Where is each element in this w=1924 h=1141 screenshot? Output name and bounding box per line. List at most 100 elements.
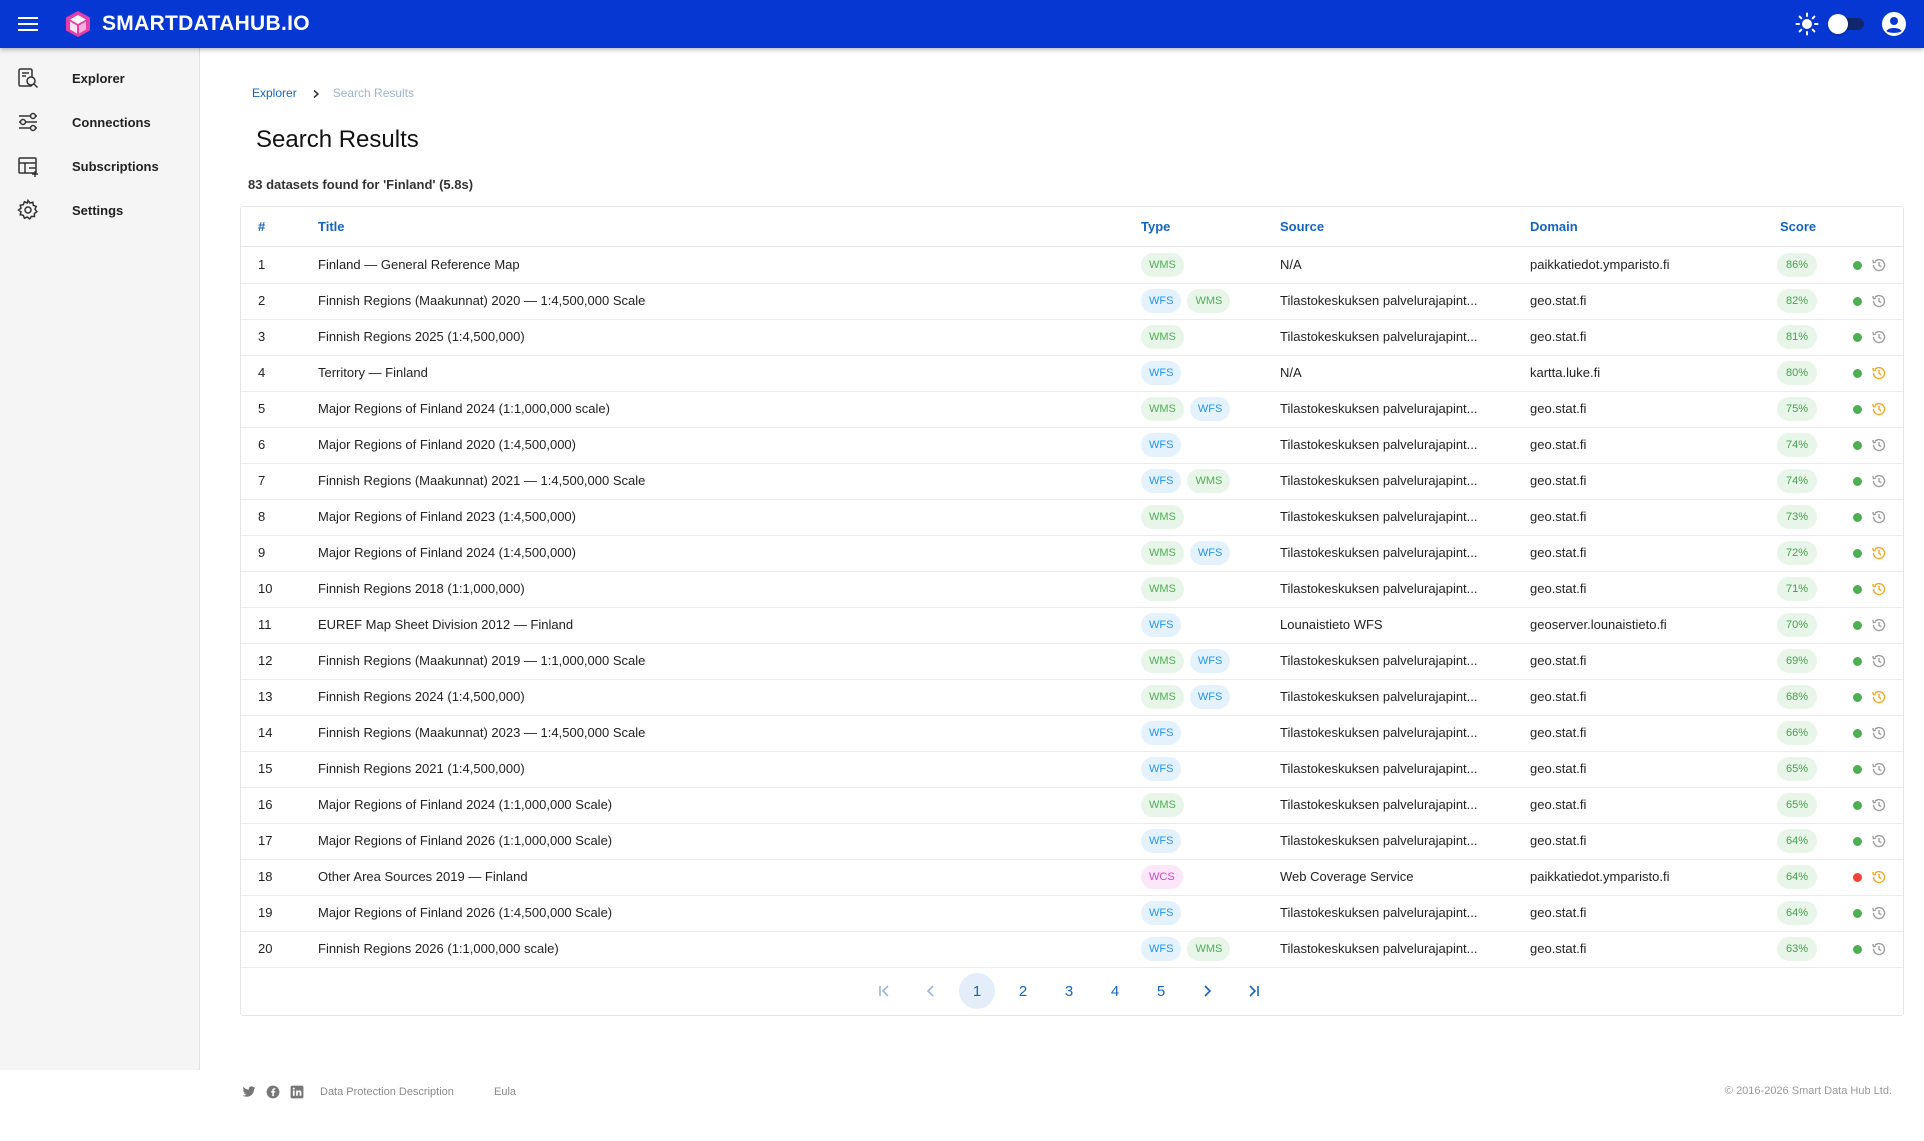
- history-icon[interactable]: [1871, 617, 1887, 633]
- row-number: 13: [258, 689, 273, 704]
- type-chip-wms: WMS: [1141, 397, 1184, 421]
- history-icon[interactable]: [1871, 725, 1887, 741]
- dataset-title[interactable]: Other Area Sources 2019 — Finland: [318, 869, 528, 884]
- table-row[interactable]: 11 EUREF Map Sheet Division 2012 — Finlan…: [241, 607, 1903, 644]
- domain-name: geo.stat.fi: [1530, 653, 1587, 668]
- eula-link[interactable]: Eula: [494, 1086, 516, 1098]
- sidebar-item-explorer[interactable]: Explorer: [0, 56, 199, 100]
- score-cell: 81%: [1777, 325, 1818, 349]
- theme-toggle[interactable]: [1828, 14, 1866, 34]
- history-icon[interactable]: [1871, 689, 1887, 705]
- dataset-title[interactable]: Finland — General Reference Map: [318, 257, 520, 272]
- table-row[interactable]: 13 Finnish Regions 2024 (1:4,500,000) WMS W…: [241, 679, 1903, 716]
- dataset-title[interactable]: Finnish Regions 2021 (1:4,500,000): [318, 761, 525, 776]
- dataset-title[interactable]: Finnish Regions 2026 (1:1,000,000 scale): [318, 941, 559, 956]
- dataset-title[interactable]: Finnish Regions 2024 (1:4,500,000): [318, 689, 525, 704]
- history-icon[interactable]: [1871, 653, 1887, 669]
- history-icon[interactable]: [1871, 905, 1887, 921]
- history-icon[interactable]: [1871, 941, 1887, 957]
- dataset-title[interactable]: Major Regions of Finland 2024 (1:4,500,0…: [318, 545, 576, 560]
- twitter-icon[interactable]: [242, 1085, 256, 1099]
- table-row[interactable]: 8 Major Regions of Finland 2023 (1:4,500,…: [241, 499, 1903, 536]
- history-icon[interactable]: [1871, 869, 1887, 885]
- history-icon[interactable]: [1871, 293, 1887, 309]
- history-icon[interactable]: [1871, 761, 1887, 777]
- column-header-type[interactable]: Type: [1141, 219, 1170, 234]
- page-button-5[interactable]: 5: [1143, 973, 1179, 1009]
- table-row[interactable]: 9 Major Regions of Finland 2024 (1:4,500,…: [241, 535, 1903, 572]
- first-page-button[interactable]: [867, 973, 903, 1009]
- dataset-title[interactable]: Finnish Regions 2025 (1:4,500,000): [318, 329, 525, 344]
- facebook-icon[interactable]: [266, 1085, 280, 1099]
- footer: Data Protection Description Eula © 2016-…: [0, 1070, 1924, 1141]
- prev-page-button[interactable]: [913, 973, 949, 1009]
- dataset-title[interactable]: Finnish Regions 2018 (1:1,000,000): [318, 581, 525, 596]
- history-icon[interactable]: [1871, 329, 1887, 345]
- history-icon[interactable]: [1871, 509, 1887, 525]
- sidebar-item-settings[interactable]: Settings: [0, 188, 199, 232]
- account-circle-icon[interactable]: [1881, 11, 1907, 37]
- status-dot-icon: [1853, 477, 1862, 486]
- dataset-title[interactable]: Major Regions of Finland 2026 (1:1,000,0…: [318, 833, 612, 848]
- dataset-title[interactable]: Major Regions of Finland 2026 (1:4,500,0…: [318, 905, 612, 920]
- dataset-title[interactable]: Finnish Regions (Maakunnat) 2021 — 1:4,5…: [318, 473, 645, 488]
- dataset-title[interactable]: Major Regions of Finland 2024 (1:1,000,0…: [318, 401, 610, 416]
- table-row[interactable]: 1 Finland — General Reference Map WMS N/A pa…: [241, 247, 1903, 284]
- table-row[interactable]: 7 Finnish Regions (Maakunnat) 2021 — 1:4,…: [241, 463, 1903, 500]
- column-header-title[interactable]: Title: [318, 219, 345, 234]
- breadcrumb-explorer-link[interactable]: Explorer: [252, 86, 297, 100]
- data-protection-link[interactable]: Data Protection Description: [320, 1086, 454, 1098]
- page-button-4[interactable]: 4: [1097, 973, 1133, 1009]
- table-row[interactable]: 3 Finnish Regions 2025 (1:4,500,000) WMS Ti…: [241, 319, 1903, 356]
- history-icon[interactable]: [1871, 473, 1887, 489]
- dataset-title[interactable]: Major Regions of Finland 2024 (1:1,000,0…: [318, 797, 612, 812]
- column-header-score[interactable]: Score: [1780, 219, 1816, 234]
- page-button-3[interactable]: 3: [1051, 973, 1087, 1009]
- cube-logo-icon[interactable]: [64, 10, 92, 38]
- status-dot-icon: [1853, 801, 1862, 810]
- sidebar-item-subscriptions[interactable]: Subscriptions: [0, 144, 199, 188]
- next-page-button[interactable]: [1189, 973, 1225, 1009]
- table-row[interactable]: 6 Major Regions of Finland 2020 (1:4,500,…: [241, 427, 1903, 464]
- table-row[interactable]: 2 Finnish Regions (Maakunnat) 2020 — 1:4,…: [241, 283, 1903, 320]
- page-button-1[interactable]: 1: [959, 973, 995, 1009]
- dataset-title[interactable]: Major Regions of Finland 2023 (1:4,500,0…: [318, 509, 576, 524]
- history-icon[interactable]: [1871, 833, 1887, 849]
- table-row[interactable]: 5 Major Regions of Finland 2024 (1:1,000,…: [241, 391, 1903, 428]
- history-icon[interactable]: [1871, 545, 1887, 561]
- history-icon[interactable]: [1871, 257, 1887, 273]
- type-chip-wfs: WFS: [1141, 757, 1182, 781]
- table-row[interactable]: 4 Territory — Finland WFS N/A kartta.luke.fi…: [241, 355, 1903, 392]
- dataset-title[interactable]: Finnish Regions (Maakunnat) 2019 — 1:1,0…: [318, 653, 645, 668]
- table-row[interactable]: 19 Major Regions of Finland 2026 (1:4,500…: [241, 895, 1903, 932]
- page-button-2[interactable]: 2: [1005, 973, 1041, 1009]
- table-row[interactable]: 15 Finnish Regions 2021 (1:4,500,000) WFS T…: [241, 751, 1903, 788]
- history-icon[interactable]: [1871, 797, 1887, 813]
- history-icon[interactable]: [1871, 437, 1887, 453]
- history-icon[interactable]: [1871, 401, 1887, 417]
- history-icon[interactable]: [1871, 365, 1887, 381]
- dataset-title[interactable]: Finnish Regions (Maakunnat) 2020 — 1:4,5…: [318, 293, 645, 308]
- linkedin-icon[interactable]: [290, 1085, 304, 1099]
- table-row[interactable]: 10 Finnish Regions 2018 (1:1,000,000) WMS T…: [241, 571, 1903, 608]
- table-row[interactable]: 18 Other Area Sources 2019 — Finland WCS We…: [241, 859, 1903, 896]
- sidebar-item-connections[interactable]: Connections: [0, 100, 199, 144]
- dataset-title[interactable]: EUREF Map Sheet Division 2012 — Finland: [318, 617, 573, 632]
- table-row[interactable]: 16 Major Regions of Finland 2024 (1:1,000…: [241, 787, 1903, 824]
- dataset-title[interactable]: Finnish Regions (Maakunnat) 2023 — 1:4,5…: [318, 725, 645, 740]
- menu-icon[interactable]: [16, 12, 40, 36]
- last-page-button[interactable]: [1235, 973, 1271, 1009]
- table-row[interactable]: 14 Finnish Regions (Maakunnat) 2023 — 1:4…: [241, 715, 1903, 752]
- dataset-title[interactable]: Major Regions of Finland 2020 (1:4,500,0…: [318, 437, 576, 452]
- dataset-title[interactable]: Territory — Finland: [318, 365, 428, 380]
- table-row[interactable]: 20 Finnish Regions 2026 (1:1,000,000 scal…: [241, 931, 1903, 968]
- column-header-source[interactable]: Source: [1280, 219, 1324, 234]
- table-row[interactable]: 12 Finnish Regions (Maakunnat) 2019 — 1:1…: [241, 643, 1903, 680]
- brand-name[interactable]: SMARTDATAHUB.IO: [102, 12, 310, 36]
- status-dot-icon: [1853, 261, 1862, 270]
- column-header-domain[interactable]: Domain: [1530, 219, 1578, 234]
- table-row[interactable]: 17 Major Regions of Finland 2026 (1:1,000…: [241, 823, 1903, 860]
- score-cell: 64%: [1777, 829, 1818, 853]
- history-icon[interactable]: [1871, 581, 1887, 597]
- column-header-num[interactable]: #: [258, 219, 265, 234]
